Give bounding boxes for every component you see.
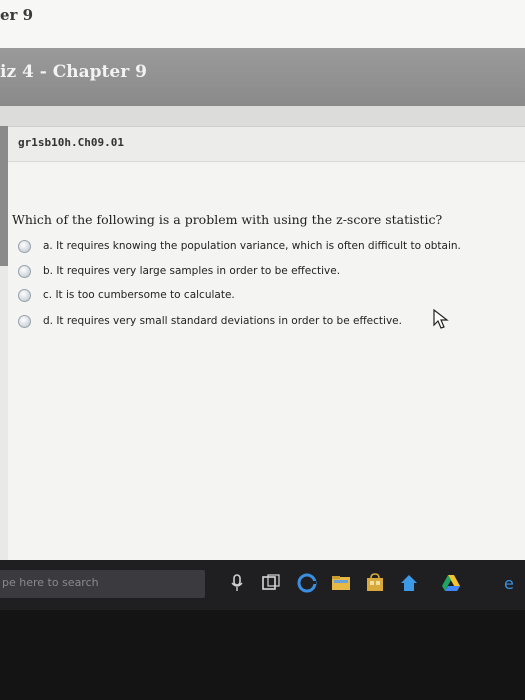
taskbar-search[interactable]: pe here to search <box>0 570 205 598</box>
browser-screen: er 9 iz 4 - Chapter 9 gr1sb10h.Ch09.01 W… <box>0 0 525 560</box>
answer-choice-d[interactable]: d. It requires very small standard devia… <box>18 313 402 329</box>
taskbar: pe here to search e <box>0 560 525 610</box>
quiz-title: iz 4 - Chapter 9 <box>0 62 147 82</box>
edge-icon[interactable]: e <box>500 572 522 594</box>
home-icon[interactable] <box>398 572 420 594</box>
mouse-cursor-icon <box>433 309 449 329</box>
divider <box>0 106 525 126</box>
radio-button[interactable] <box>18 264 31 278</box>
radio-button[interactable] <box>18 314 31 328</box>
answer-choice-c[interactable]: c. It is too cumbersome to calculate. <box>18 287 235 303</box>
question-id-bar: gr1sb10h.Ch09.01 <box>8 127 525 162</box>
drive-icon[interactable] <box>440 572 462 594</box>
page-header: er 9 <box>0 0 525 49</box>
monitor-bezel <box>0 610 525 700</box>
file-explorer-icon[interactable] <box>330 572 352 594</box>
choice-label: a. It requires knowing the population va… <box>43 240 461 252</box>
question-card: gr1sb10h.Ch09.01 Which of the following … <box>8 126 525 560</box>
radio-button[interactable] <box>18 239 31 253</box>
choice-label: b. It requires very large samples in ord… <box>43 265 341 277</box>
store-icon[interactable] <box>364 572 386 594</box>
quiz-banner: iz 4 - Chapter 9 <box>0 48 525 106</box>
question-id: gr1sb10h.Ch09.01 <box>18 136 124 149</box>
task-view-icon[interactable] <box>260 572 282 594</box>
answer-choice-a[interactable]: a. It requires knowing the population va… <box>18 238 461 254</box>
page-title-fragment: er 9 <box>0 6 34 24</box>
svg-text:e: e <box>504 574 514 593</box>
question-prompt: Which of the following is a problem with… <box>12 212 443 227</box>
answer-choice-b[interactable]: b. It requires very large samples in ord… <box>18 263 340 279</box>
microphone-icon[interactable] <box>226 572 248 594</box>
edge-browser-icon[interactable] <box>296 572 318 594</box>
choice-label: d. It requires very small standard devia… <box>43 315 402 327</box>
radio-button[interactable] <box>18 288 31 302</box>
search-placeholder: pe here to search <box>2 576 99 589</box>
choice-label: c. It is too cumbersome to calculate. <box>43 289 235 301</box>
question-nav-accent <box>0 126 8 266</box>
